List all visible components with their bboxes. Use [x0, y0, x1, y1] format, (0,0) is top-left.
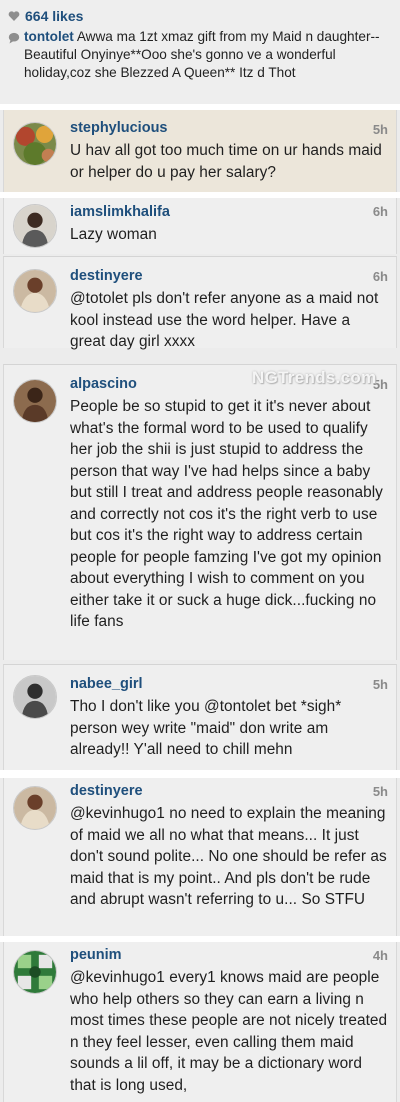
comment-time: 5h [372, 122, 388, 137]
comment-item: peunim @kevinhugo1 every1 knows maid are… [3, 942, 397, 1102]
comment-text: @kevinhugo1 no need to explain the meani… [70, 805, 387, 908]
comment-username[interactable]: nabee_girl [70, 675, 388, 693]
avatar[interactable] [13, 675, 57, 719]
avatar[interactable] [13, 950, 57, 994]
divider [0, 770, 400, 778]
comment-item: nabee_girl Tho I don't like you @tontole… [3, 664, 397, 770]
comment-time: 6h [372, 204, 388, 219]
comment-text: Lazy woman [70, 226, 157, 243]
comment-body: peunim @kevinhugo1 every1 knows maid are… [70, 946, 388, 1096]
comment-item: iamslimkhalifa Lazy woman 6h [3, 198, 397, 254]
comment-body: stephylucious U hav all got too much tim… [70, 119, 388, 183]
avatar[interactable] [13, 269, 57, 313]
caption-text: Awwa ma 1zt xmaz gift from my Maid n dau… [24, 29, 380, 80]
watermark: NGTrends.com [252, 368, 377, 387]
comment-text: @kevinhugo1 every1 knows maid are people… [70, 969, 388, 1094]
heart-icon [8, 11, 20, 21]
comment-time: 4h [372, 948, 388, 963]
comment-text: U hav all got too much time on ur hands … [70, 142, 382, 181]
avatar-image [14, 951, 56, 993]
avatar-image [14, 270, 56, 312]
avatar-image [14, 676, 56, 718]
comment-time: 5h [372, 784, 388, 799]
post-header: 664 likes tontolet Awwa ma 1zt xmaz gift … [0, 0, 400, 104]
comment-text: People be so stupid to get it it's never… [70, 398, 383, 630]
avatar-image [14, 205, 56, 247]
comment-username[interactable]: peunim [70, 946, 388, 964]
comment-text: Tho I don't like you @tontolet bet *sigh… [70, 698, 342, 758]
avatar[interactable] [13, 786, 57, 830]
comment-body: alpascino People be so stupid to get it … [70, 375, 388, 633]
avatar[interactable] [13, 204, 57, 248]
comment-text: @totolet pls don't refer anyone as a mai… [70, 290, 379, 350]
caption-username[interactable]: tontolet [24, 29, 74, 44]
comment-item: alpascino People be so stupid to get it … [3, 364, 397, 660]
comment-time: 6h [372, 269, 388, 284]
comment-time: 5h [372, 677, 388, 692]
comment-body: destinyere @totolet pls don't refer anyo… [70, 267, 388, 353]
avatar-image [14, 123, 56, 165]
comment-body: iamslimkhalifa Lazy woman [70, 203, 388, 246]
comment-bubble-icon [8, 32, 20, 44]
likes-row[interactable]: 664 likes [8, 6, 394, 26]
comment-username[interactable]: destinyere [70, 267, 388, 285]
avatar-image [14, 787, 56, 829]
avatar[interactable] [13, 379, 57, 423]
comment-item: destinyere @totolet pls don't refer anyo… [3, 256, 397, 350]
caption: tontolet Awwa ma 1zt xmaz gift from my Ma… [24, 28, 394, 82]
comment-username[interactable]: iamslimkhalifa [70, 203, 388, 221]
comment-body: nabee_girl Tho I don't like you @tontole… [70, 675, 388, 761]
avatar-image [14, 380, 56, 422]
likes-count[interactable]: 664 likes [25, 8, 83, 24]
comment-username[interactable]: stephylucious [70, 119, 388, 137]
comment-username[interactable]: destinyere [70, 782, 388, 800]
comment-body: destinyere @kevinhugo1 no need to explai… [70, 782, 388, 911]
caption-row: tontolet Awwa ma 1zt xmaz gift from my Ma… [8, 28, 394, 82]
comment-item: stephylucious U hav all got too much tim… [3, 110, 397, 192]
avatar[interactable] [13, 122, 57, 166]
comment-item: destinyere @kevinhugo1 no need to explai… [3, 778, 397, 936]
